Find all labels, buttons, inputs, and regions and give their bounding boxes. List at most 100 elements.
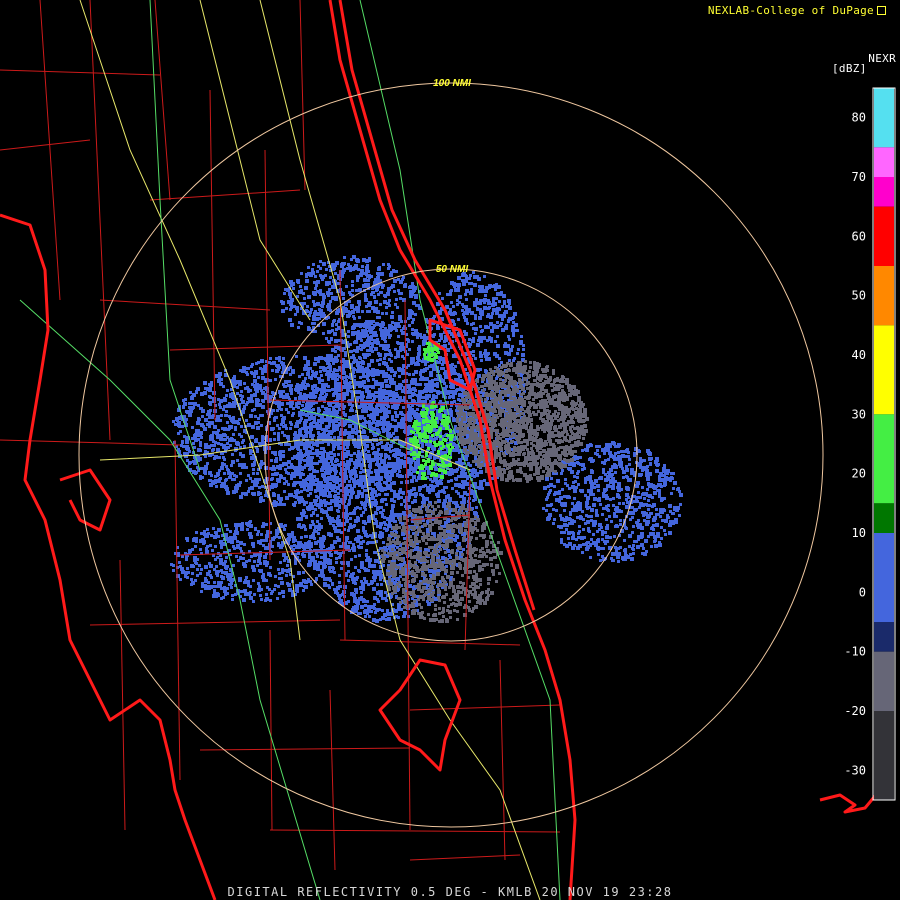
echo-pixel-4522 <box>458 295 462 299</box>
echo-pixel-3557 <box>260 424 263 427</box>
echo-pixel-2919 <box>366 396 369 399</box>
echo-pixel-3886 <box>328 389 331 392</box>
echo-pixel-2973 <box>192 442 195 445</box>
echo-pixel-3104 <box>261 485 264 488</box>
echo-pixel-3487 <box>382 459 386 463</box>
echo-pixel-3443 <box>254 415 257 418</box>
echo-pixel-4449 <box>424 336 427 339</box>
echo-pixel-4018 <box>298 386 302 390</box>
echo-pixel-3180 <box>364 482 367 485</box>
echo-pixel-2475 <box>380 594 383 597</box>
echo-pixel-4727 <box>436 382 439 385</box>
echo-pixel-3680 <box>344 468 347 471</box>
echo-pixel-2887 <box>384 416 387 419</box>
echo-pixel-3779 <box>395 414 399 418</box>
echo-pixel-2411 <box>357 545 360 548</box>
echo-pixel-2545 <box>334 503 338 507</box>
echo-pixel-3841 <box>204 445 208 449</box>
echo-pixel-2448 <box>443 499 447 503</box>
echo-pixel-1429 <box>475 486 478 489</box>
echo-pixel-2249 <box>447 520 450 523</box>
echo-pixel-3867 <box>345 361 349 365</box>
echo-pixel-1248 <box>386 528 389 531</box>
echo-pixel-4419 <box>496 321 499 324</box>
echo-pixel-2384 <box>360 514 363 517</box>
echo-pixel-2756 <box>287 483 290 486</box>
echo-pixel-1972 <box>337 347 340 350</box>
echo-pixel-3229 <box>217 429 220 432</box>
echo-pixel-1657 <box>320 556 323 559</box>
echo-pixel-3123 <box>408 395 412 399</box>
echo-pixel-4662 <box>493 352 497 356</box>
echo-pixel-1692 <box>416 595 419 598</box>
echo-pixel-1130 <box>359 471 362 474</box>
echo-pixel-3761 <box>344 429 347 432</box>
echo-pixel-3516 <box>357 460 360 463</box>
echo-pixel-4790 <box>497 285 501 289</box>
echo-pixel-1775 <box>451 487 454 490</box>
echo-pixel-2325 <box>354 507 357 510</box>
echo-pixel-772 <box>348 480 351 483</box>
echo-pixel-4250 <box>332 406 335 409</box>
echo-pixel-4029 <box>282 421 285 424</box>
echo-pixel-1722 <box>356 605 359 608</box>
echo-pixel-984 <box>379 531 382 534</box>
echo-pixel-3987 <box>277 497 280 500</box>
echo-pixel-4284 <box>228 402 231 405</box>
echo-pixel-4000 <box>277 438 280 441</box>
echo-pixel-3790 <box>329 495 332 498</box>
echo-pixel-764 <box>368 477 371 480</box>
echo-pixel-3936 <box>256 386 260 390</box>
echo-pixel-4946 <box>488 336 491 339</box>
echo-pixel-3651 <box>226 491 230 495</box>
echo-pixel-856 <box>362 526 365 529</box>
echo-pixel-3624 <box>318 483 321 486</box>
echo-pixel-4066 <box>217 442 220 445</box>
echo-pixel-3574 <box>300 434 303 437</box>
echo-pixel-1961 <box>347 579 350 582</box>
echo-pixel-3110 <box>322 494 325 497</box>
echo-pixel-3943 <box>319 356 323 360</box>
echo-pixel-2385 <box>386 365 389 368</box>
echo-pixel-4171 <box>375 454 379 458</box>
echo-pixel-4860 <box>486 315 489 318</box>
echo-pixel-1970 <box>363 530 366 533</box>
echo-pixel-2247 <box>343 585 347 589</box>
echo-pixel-3530 <box>275 501 278 504</box>
echo-pixel-1943 <box>415 479 418 482</box>
echo-pixel-1653 <box>372 541 375 544</box>
echo-pixel-2422 <box>403 537 406 540</box>
echo-pixel-3389 <box>243 382 246 385</box>
echo-pixel-1940 <box>316 514 319 517</box>
echo-pixel-2376 <box>425 466 429 470</box>
echo-pixel-255 <box>379 526 382 529</box>
echo-pixel-1763 <box>367 605 370 608</box>
echo-pixel-3253 <box>364 445 367 448</box>
echo-pixel-3562 <box>249 477 252 480</box>
echo-pixel-4247 <box>195 391 198 394</box>
echo-pixel-3689 <box>241 395 244 398</box>
echo-pixel-1690 <box>334 529 338 533</box>
echo-pixel-3125 <box>311 456 314 459</box>
echo-pixel-2893 <box>328 465 331 468</box>
echo-pixel-2806 <box>380 454 383 457</box>
echo-pixel-2834 <box>366 469 369 472</box>
echo-pixel-4251 <box>285 496 289 500</box>
echo-pixel-3945 <box>348 403 351 406</box>
echo-pixel-1057 <box>320 517 323 520</box>
echo-pixel-3853 <box>269 467 272 470</box>
echo-pixel-3330 <box>285 381 288 384</box>
echo-pixel-659 <box>381 609 384 612</box>
echo-pixel-3245 <box>357 450 360 453</box>
echo-pixel-1225 <box>383 481 386 484</box>
echo-pixel-3001 <box>271 369 274 372</box>
echo-pixel-1557 <box>381 498 384 501</box>
echo-pixel-3109 <box>317 419 320 422</box>
echo-pixel-3434 <box>278 427 281 430</box>
echo-pixel-3850 <box>254 370 258 374</box>
echo-pixel-2255 <box>342 522 346 526</box>
echo-pixel-4237 <box>387 399 390 402</box>
echo-pixel-2063 <box>478 487 481 490</box>
echo-pixel-4548 <box>450 401 453 404</box>
echo-pixel-4035 <box>366 389 369 392</box>
